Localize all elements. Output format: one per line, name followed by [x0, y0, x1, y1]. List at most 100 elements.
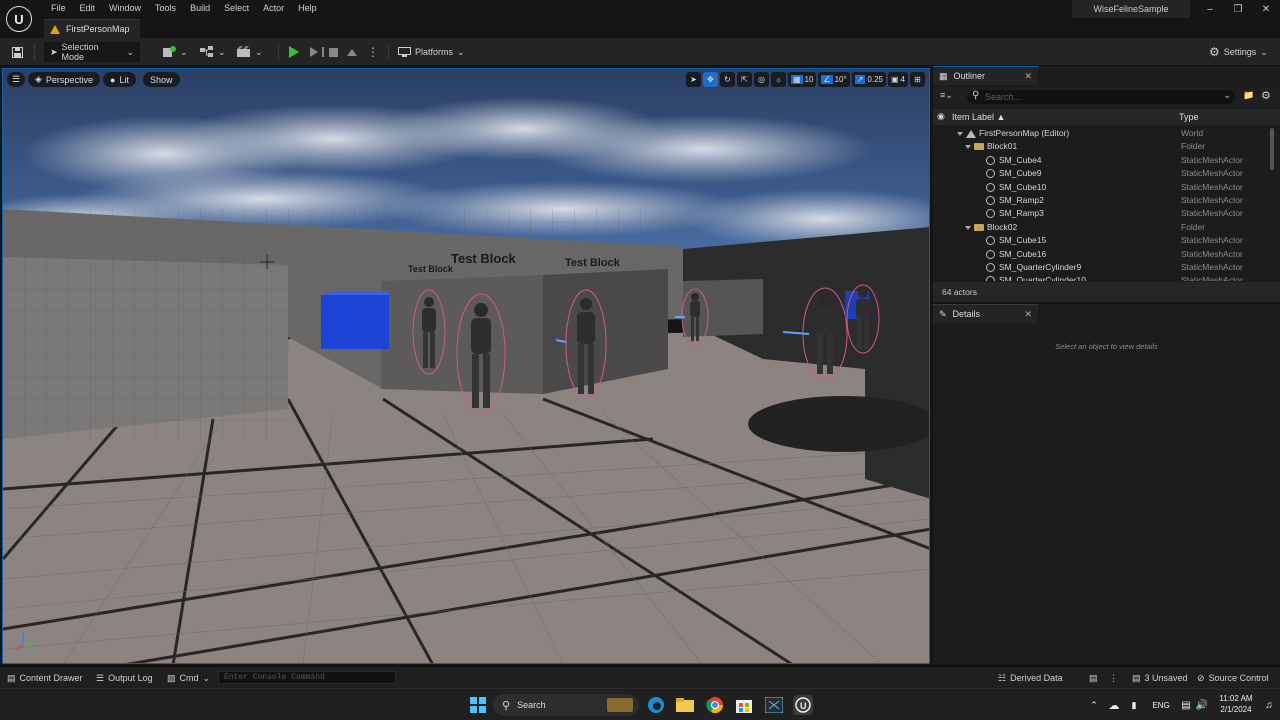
- output-log-button[interactable]: ☰ Output Log: [96, 672, 153, 684]
- show-dropdown[interactable]: Show: [143, 72, 180, 87]
- rotation-snap-toggle[interactable]: ∠ 10°: [818, 72, 850, 87]
- select-tool-icon[interactable]: ➤: [685, 72, 701, 87]
- outliner-row[interactable]: Block01 Folder: [933, 140, 1269, 153]
- rotate-tool-icon[interactable]: ↻: [719, 72, 735, 87]
- close-icon[interactable]: ✕: [1024, 309, 1032, 320]
- selection-mode-dropdown[interactable]: ➤ Selection Mode ⌄: [44, 42, 140, 62]
- eject-button[interactable]: [347, 42, 357, 62]
- unsaved-button[interactable]: ▤ 3 Unsaved: [1132, 672, 1188, 684]
- blueprints-button[interactable]: ⌄: [200, 42, 226, 62]
- layout-icon[interactable]: ⊞: [910, 72, 925, 87]
- snipping-tool-icon[interactable]: [764, 695, 784, 715]
- cinematics-button[interactable]: ⌄: [237, 42, 263, 62]
- viewport-scene[interactable]: Test Block Test Block Test Block: [3, 69, 930, 664]
- chevron-down-icon: ⌄: [457, 46, 465, 57]
- more-options-icon[interactable]: ⋮: [1109, 672, 1118, 684]
- view-mode-dropdown[interactable]: ● Lit: [103, 72, 136, 87]
- menu-actor[interactable]: Actor: [256, 2, 291, 16]
- camera-speed-button[interactable]: ▣ 4: [887, 72, 908, 87]
- stop-button[interactable]: [329, 42, 338, 62]
- unreal-logo-icon[interactable]: U: [6, 6, 32, 32]
- tray-icon[interactable]: ▮: [1124, 695, 1144, 715]
- cloud-icon[interactable]: ☁: [1104, 695, 1124, 715]
- translate-tool-icon[interactable]: ✥: [702, 72, 718, 87]
- outliner-row[interactable]: Block02 Folder: [933, 221, 1269, 234]
- expand-arrow-icon[interactable]: [965, 145, 971, 150]
- details-empty-message: Select an object to view details: [1055, 342, 1158, 351]
- content-drawer-icon: ▤: [7, 672, 16, 683]
- file-explorer-icon[interactable]: [675, 695, 695, 715]
- advance-frame-button[interactable]: [310, 42, 324, 62]
- platforms-dropdown[interactable]: Platforms ⌄: [398, 42, 465, 62]
- chrome-icon[interactable]: [705, 695, 725, 715]
- scale-tool-icon[interactable]: ⇱: [736, 72, 752, 87]
- taskbar-search-box[interactable]: ⚲ Search: [493, 694, 639, 716]
- store-icon[interactable]: [734, 695, 754, 715]
- scale-snap-toggle[interactable]: ↗ 0.25: [851, 72, 886, 87]
- show-hidden-icons[interactable]: ⌃: [1084, 695, 1104, 715]
- outliner-row[interactable]: SM_Ramp2 StaticMeshActor: [933, 194, 1269, 207]
- outliner-row[interactable]: SM_Cube10 StaticMeshActor: [933, 181, 1269, 194]
- static-mesh-icon: [986, 182, 995, 192]
- outliner-row[interactable]: SM_QuarterCylinder10 StaticMeshActor: [933, 274, 1269, 281]
- level-tab[interactable]: FirstPersonMap: [44, 19, 140, 38]
- perspective-label: Perspective: [45, 74, 93, 85]
- volume-icon[interactable]: 🔊: [1192, 695, 1212, 715]
- save-icon[interactable]: [8, 42, 26, 62]
- outliner-row[interactable]: SM_Cube15 StaticMeshActor: [933, 234, 1269, 247]
- expand-arrow-icon[interactable]: [965, 225, 971, 230]
- scale-snap-icon: ↗: [854, 75, 866, 84]
- minimize-icon[interactable]: –: [1196, 0, 1224, 20]
- level-viewport[interactable]: Test Block Test Block Test Block ☰ ◈ Per…: [2, 68, 930, 664]
- lit-label: Lit: [119, 74, 129, 85]
- restore-icon[interactable]: ❐: [1224, 0, 1252, 20]
- cmd-dropdown[interactable]: ▧ Cmd ⌄: [167, 672, 210, 684]
- unreal-engine-taskbar-icon[interactable]: U: [793, 695, 813, 715]
- expand-arrow-icon[interactable]: [957, 132, 963, 136]
- outliner-item-label: FirstPersonMap (Editor): [979, 128, 1070, 138]
- outliner-item-type: World: [1181, 128, 1204, 138]
- outliner-row[interactable]: SM_Cube9 StaticMeshActor: [933, 167, 1269, 180]
- add-actor-button[interactable]: ⌄: [162, 42, 188, 62]
- play-options-icon[interactable]: ⋮: [367, 42, 379, 62]
- source-control-button[interactable]: ⊘ Source Control: [1197, 672, 1269, 684]
- edge-browser-icon[interactable]: [646, 695, 666, 715]
- windows-start-icon[interactable]: [468, 695, 488, 715]
- menu-tools[interactable]: Tools: [148, 2, 183, 16]
- pencil-icon: ✎: [939, 308, 947, 319]
- revision-control-icon[interactable]: ▤: [1089, 672, 1098, 684]
- grid-snap-toggle[interactable]: ▦ 10: [787, 72, 817, 87]
- outliner-row[interactable]: SM_QuarterCylinder9 StaticMeshActor: [933, 261, 1269, 274]
- menu-file[interactable]: File: [44, 2, 73, 16]
- perspective-dropdown[interactable]: ◈ Perspective: [28, 72, 100, 87]
- svg-text:U: U: [800, 701, 807, 711]
- console-command-input[interactable]: [218, 671, 396, 684]
- viewport-menu-button[interactable]: ☰: [7, 72, 26, 87]
- outliner-row[interactable]: SM_Cube16 StaticMeshActor: [933, 248, 1269, 261]
- menu-help[interactable]: Help: [291, 2, 324, 16]
- settings-dropdown[interactable]: ⚙ Settings ⌄: [1209, 42, 1268, 62]
- details-tab[interactable]: ✎ Details ✕: [933, 304, 1038, 323]
- outliner-row[interactable]: FirstPersonMap (Editor) World: [933, 127, 1269, 140]
- content-drawer-button[interactable]: ▤ Content Drawer: [7, 672, 83, 684]
- static-mesh-icon: [986, 249, 995, 259]
- derived-data-button[interactable]: ☷ Derived Data: [998, 672, 1063, 684]
- menu-select[interactable]: Select: [217, 2, 256, 16]
- close-icon[interactable]: ✕: [1252, 0, 1280, 20]
- system-clock[interactable]: 11:02 AM 2/1/2024: [1216, 693, 1256, 715]
- menu-window[interactable]: Window: [102, 2, 148, 16]
- play-button[interactable]: [289, 42, 299, 62]
- surface-snap-icon[interactable]: ☼: [770, 72, 786, 87]
- notification-bell-icon[interactable]: ♫: [1259, 695, 1279, 715]
- menu-edit[interactable]: Edit: [73, 2, 103, 16]
- outliner-row[interactable]: SM_Ramp3 StaticMeshActor: [933, 207, 1269, 220]
- toolbar-divider: [34, 44, 35, 60]
- menu-build[interactable]: Build: [183, 2, 217, 16]
- static-mesh-icon: [986, 263, 995, 272]
- outliner-row[interactable]: SM_Cube4 StaticMeshActor: [933, 154, 1269, 167]
- language-indicator[interactable]: ENG: [1150, 695, 1172, 715]
- outliner-scrollbar[interactable]: [1270, 128, 1274, 170]
- platforms-label: Platforms: [415, 47, 454, 57]
- world-space-icon[interactable]: ◎: [753, 72, 769, 87]
- project-name: WiseFelineSample: [1072, 0, 1190, 18]
